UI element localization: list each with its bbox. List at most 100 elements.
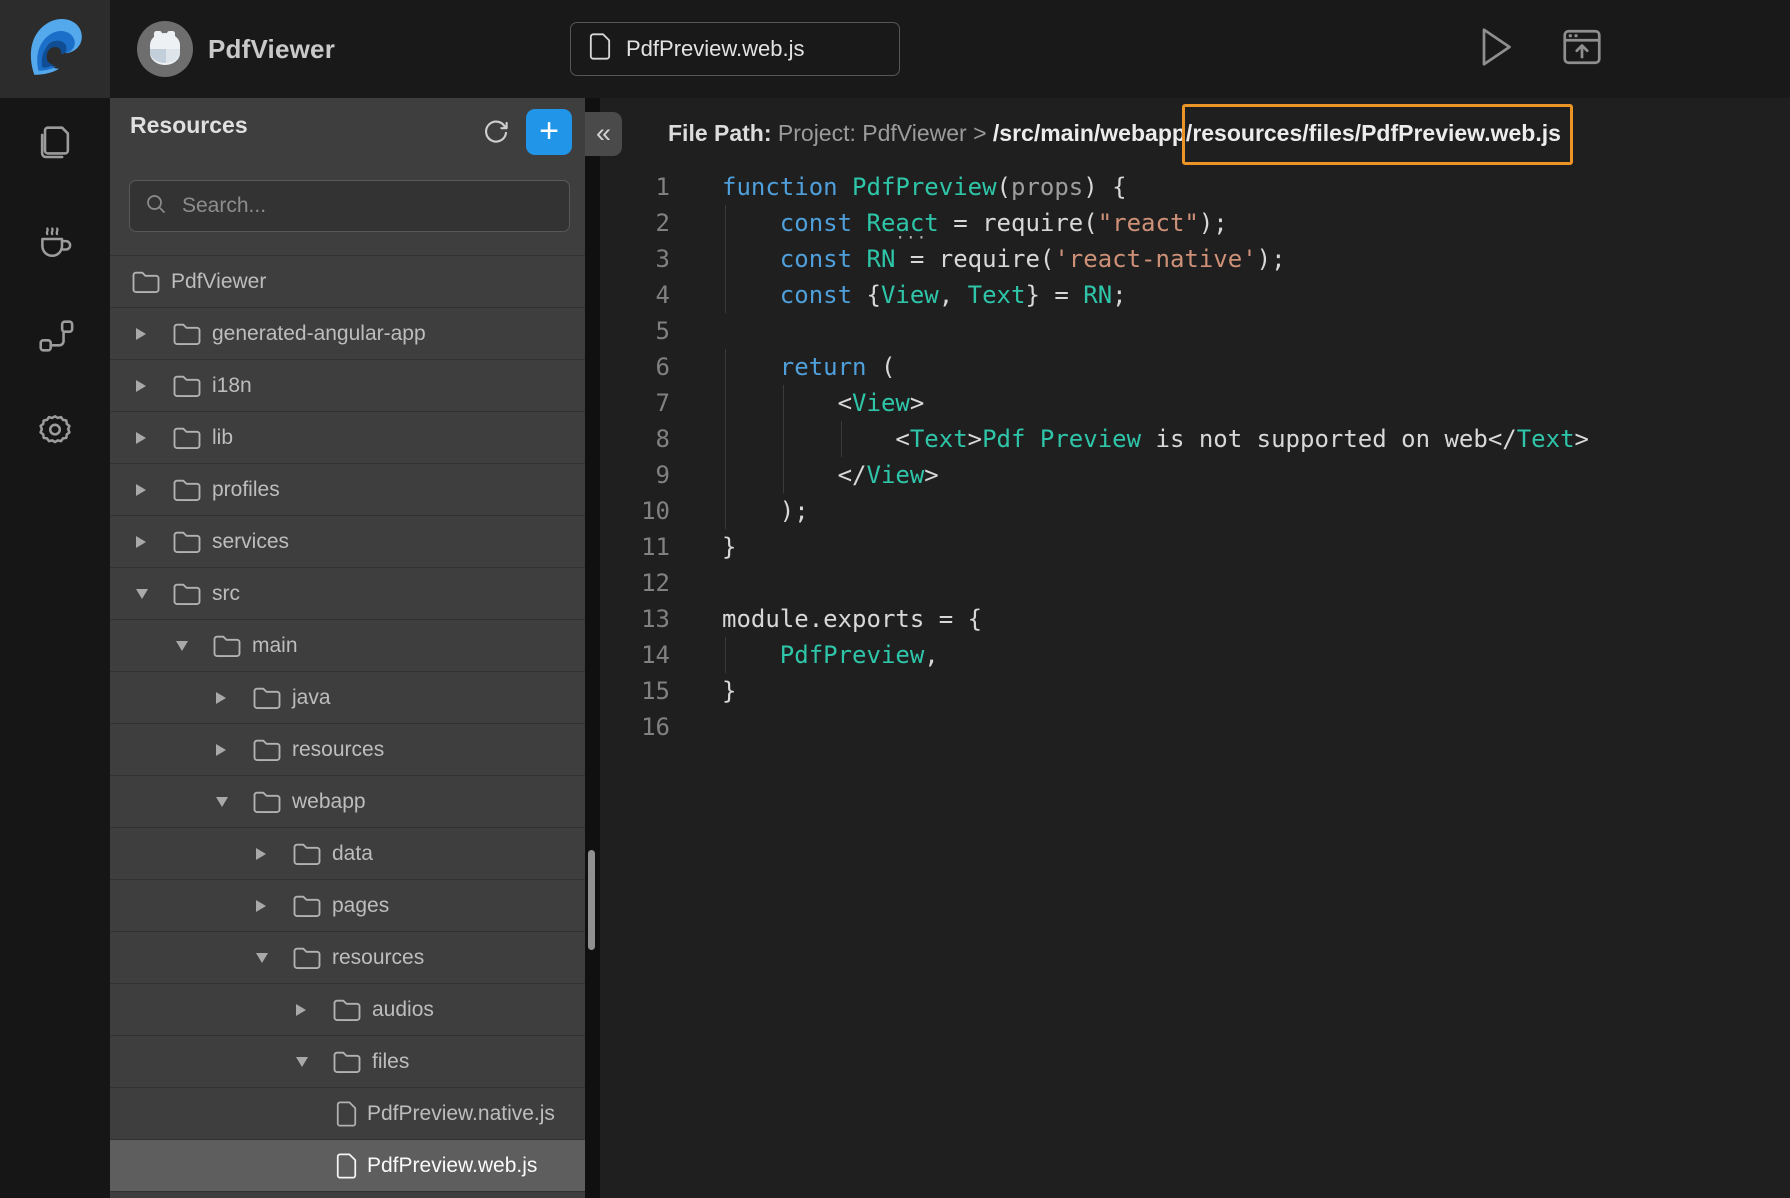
tree-item-PdfViewer[interactable]: PdfViewer bbox=[110, 256, 585, 308]
file-path-prefix: /src/main/webapp/ bbox=[993, 120, 1192, 147]
code-line: 14 PdfPreview, bbox=[600, 637, 1790, 673]
code-line-text: <View> bbox=[722, 385, 924, 421]
caret-right-icon[interactable] bbox=[136, 484, 146, 496]
tree-item-label: services bbox=[212, 530, 289, 554]
tree-item-label: audios bbox=[372, 998, 434, 1022]
file-tab-label: PdfPreview.web.js bbox=[626, 36, 805, 62]
caret-down-icon[interactable] bbox=[136, 589, 148, 599]
code-editor: File Path: Project: PdfViewer > /src/mai… bbox=[600, 98, 1790, 1198]
app-logo[interactable] bbox=[0, 0, 110, 98]
tree-item-files[interactable]: files bbox=[110, 1036, 585, 1088]
tree-item-i18n[interactable]: i18n bbox=[110, 360, 585, 412]
file-path-label: File Path: bbox=[668, 120, 778, 147]
tree-item-PdfPreview.native.js[interactable]: PdfPreview.native.js bbox=[110, 1088, 585, 1140]
caret-right-icon[interactable] bbox=[136, 328, 146, 340]
caret-down-icon[interactable] bbox=[256, 953, 268, 963]
caret-down-icon[interactable] bbox=[176, 641, 188, 651]
rail-item-flow[interactable] bbox=[0, 302, 110, 372]
code-line: 15} bbox=[600, 673, 1790, 709]
code-pane[interactable]: ··· 1function PdfPreview(props) {2 const… bbox=[600, 169, 1790, 1198]
file-icon bbox=[589, 33, 611, 66]
search-box[interactable] bbox=[129, 180, 570, 232]
tree-item-pages[interactable]: pages bbox=[110, 880, 585, 932]
add-resource-button[interactable]: + bbox=[526, 109, 572, 155]
code-line: 3 const RN = require('react-native'); bbox=[600, 241, 1790, 277]
tree-item-main[interactable]: main bbox=[110, 620, 585, 672]
code-line-text: } bbox=[722, 673, 736, 709]
file-path-highlighted: resources/files/PdfPreview.web.js bbox=[1192, 120, 1561, 147]
wave-logo-icon bbox=[22, 14, 88, 85]
line-number: 13 bbox=[600, 601, 670, 637]
file-icon bbox=[336, 1101, 357, 1127]
tree-item-data[interactable]: data bbox=[110, 828, 585, 880]
folder-icon bbox=[332, 997, 362, 1022]
code-line-text: ); bbox=[722, 493, 809, 529]
left-rail bbox=[0, 98, 110, 1198]
project-title: PdfViewer bbox=[208, 0, 335, 98]
code-line-text: <Text>Pdf Preview is not supported on we… bbox=[722, 421, 1589, 457]
top-header: PdfViewer PdfPreview.web.js bbox=[0, 0, 1790, 98]
rail-item-coffee[interactable] bbox=[0, 205, 110, 275]
caret-right-icon[interactable] bbox=[256, 900, 266, 912]
refresh-button[interactable] bbox=[478, 114, 514, 150]
tree-item-audios[interactable]: audios bbox=[110, 984, 585, 1036]
line-number: 9 bbox=[600, 457, 670, 493]
line-number: 4 bbox=[600, 277, 670, 313]
collapse-panel-button[interactable]: « bbox=[585, 112, 622, 156]
folder-icon bbox=[252, 737, 282, 762]
caret-down-icon[interactable] bbox=[216, 797, 228, 807]
line-number: 5 bbox=[600, 313, 670, 349]
code-line-text: return ( bbox=[722, 349, 895, 385]
code-line: 13module.exports = { bbox=[600, 601, 1790, 637]
tree-item-label: generated-angular-app bbox=[212, 322, 426, 346]
caret-down-icon[interactable] bbox=[296, 1057, 308, 1067]
folder-icon bbox=[292, 945, 322, 970]
tree-item-webapp[interactable]: webapp bbox=[110, 776, 585, 828]
caret-right-icon[interactable] bbox=[296, 1004, 306, 1016]
rail-item-settings[interactable] bbox=[0, 396, 110, 466]
tree-item-label: profiles bbox=[212, 478, 280, 502]
code-line: 11} bbox=[600, 529, 1790, 565]
code-line: 10 ); bbox=[600, 493, 1790, 529]
tree-item-resources[interactable]: resources bbox=[110, 932, 585, 984]
tree-item-java[interactable]: java bbox=[110, 672, 585, 724]
folder-icon bbox=[292, 841, 322, 866]
line-number: 3 bbox=[600, 241, 670, 277]
panel-gutter bbox=[585, 98, 600, 1198]
caret-right-icon[interactable] bbox=[216, 744, 226, 756]
file-icon bbox=[336, 1153, 357, 1179]
rail-item-documents[interactable] bbox=[0, 108, 110, 178]
tree-item-profiles[interactable]: profiles bbox=[110, 464, 585, 516]
tree-item-services[interactable]: services bbox=[110, 516, 585, 568]
folder-icon bbox=[172, 529, 202, 554]
open-file-tab[interactable]: PdfPreview.web.js bbox=[570, 22, 900, 76]
publish-button[interactable] bbox=[1560, 26, 1604, 70]
tree-item-lib[interactable]: lib bbox=[110, 412, 585, 464]
run-button[interactable] bbox=[1474, 26, 1518, 70]
line-number: 8 bbox=[600, 421, 670, 457]
coffee-icon bbox=[34, 218, 76, 263]
tree-item-label: resources bbox=[292, 738, 384, 762]
caret-right-icon[interactable] bbox=[216, 692, 226, 704]
tree-item-src[interactable]: src bbox=[110, 568, 585, 620]
line-number: 1 bbox=[600, 169, 670, 205]
caret-right-icon[interactable] bbox=[136, 536, 146, 548]
scrollbar-thumb[interactable] bbox=[588, 850, 595, 950]
code-line: 7 <View> bbox=[600, 385, 1790, 421]
tree-item-generated-angular-app[interactable]: generated-angular-app bbox=[110, 308, 585, 360]
caret-right-icon[interactable] bbox=[136, 380, 146, 392]
tree-item-label: pages bbox=[332, 894, 389, 918]
folder-icon bbox=[172, 581, 202, 606]
tree-item-resources[interactable]: resources bbox=[110, 724, 585, 776]
caret-right-icon[interactable] bbox=[136, 432, 146, 444]
file-path-bar: File Path: Project: PdfViewer > /src/mai… bbox=[600, 98, 1790, 169]
tree-item-label: src bbox=[212, 582, 240, 606]
tree-item-label: webapp bbox=[292, 790, 366, 814]
file-path-project: Project: PdfViewer > bbox=[778, 120, 993, 147]
code-line: 12 bbox=[600, 565, 1790, 601]
search-input[interactable] bbox=[180, 193, 569, 219]
tree-item-PdfPreview.web.js[interactable]: PdfPreview.web.js bbox=[110, 1140, 585, 1192]
code-line-text: PdfPreview, bbox=[722, 637, 939, 673]
caret-right-icon[interactable] bbox=[256, 848, 266, 860]
tree-item-label: i18n bbox=[212, 374, 252, 398]
